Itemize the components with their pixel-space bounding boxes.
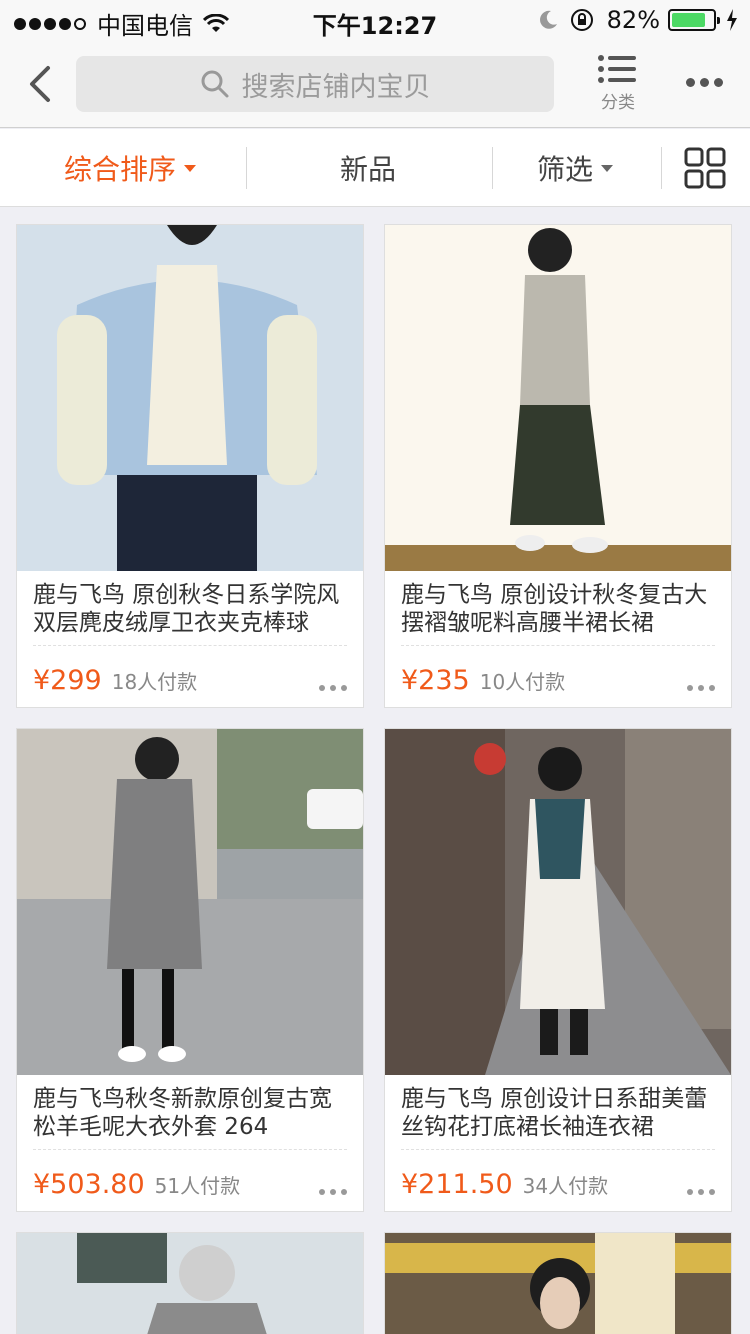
sort-new-label: 新品 [339, 153, 396, 186]
charging-icon [727, 9, 737, 31]
category-button[interactable]: 分类 [590, 54, 646, 113]
product-card[interactable]: 鹿与飞鸟 原创秋冬日系学院风双层麂皮绒厚卫衣夹克棒球 ¥299 18人付款 [16, 224, 364, 708]
sold-count: 51人付款 [154, 1174, 241, 1198]
product-price-row: ¥503.80 51人付款 [33, 1169, 240, 1200]
product-image[interactable] [17, 729, 363, 1075]
divider [661, 147, 662, 189]
sort-comprehensive-label: 综合排序 [63, 153, 176, 186]
product-title: 鹿与飞鸟 原创设计日系甜美蕾丝钩花打底裙长袖连衣裙 [401, 1086, 708, 1140]
caret-down-icon [184, 164, 196, 172]
more-options-icon[interactable] [314, 685, 347, 691]
sold-count: 18人付款 [111, 670, 198, 694]
product-card[interactable] [384, 1232, 732, 1334]
battery-percent: 82% [606, 6, 660, 34]
more-icon[interactable] [686, 78, 728, 87]
category-label: 分类 [601, 93, 635, 113]
product-image[interactable] [385, 1233, 731, 1334]
sold-count: 10人付款 [479, 670, 566, 694]
product-image[interactable] [385, 729, 731, 1075]
back-icon[interactable] [22, 60, 62, 108]
more-options-icon[interactable] [682, 685, 715, 691]
status-bar: 中国电信 下午12:27 82% [0, 0, 750, 40]
caret-down-icon [601, 164, 613, 172]
divider [401, 645, 715, 646]
product-price: ¥299 [33, 665, 102, 696]
product-image[interactable] [17, 1233, 363, 1334]
product-title: 鹿与飞鸟秋冬新款原创复古宽松羊毛呢大衣外套 264 [33, 1086, 332, 1140]
more-options-icon[interactable] [682, 1189, 715, 1195]
divider [33, 645, 347, 646]
product-price-row: ¥211.50 34人付款 [401, 1169, 608, 1200]
product-price-row: ¥299 18人付款 [33, 665, 197, 696]
moon-icon [539, 10, 557, 29]
sort-bar: 综合排序 新品 筛选 [0, 129, 750, 207]
grid-view-icon[interactable] [684, 147, 726, 189]
battery-icon [668, 9, 720, 31]
product-image[interactable] [385, 225, 731, 571]
product-price: ¥211.50 [401, 1169, 513, 1200]
navigation-bar: 搜索店铺内宝贝 分类 [0, 40, 750, 128]
product-card[interactable]: 鹿与飞鸟 原创设计日系甜美蕾丝钩花打底裙长袖连衣裙 ¥211.50 34人付款 [384, 728, 732, 1212]
product-card[interactable]: 鹿与飞鸟秋冬新款原创复古宽松羊毛呢大衣外套 264 ¥503.80 51人付款 [16, 728, 364, 1212]
product-image[interactable] [17, 225, 363, 571]
divider [246, 147, 247, 189]
rotation-lock-icon [570, 9, 593, 31]
product-title: 鹿与飞鸟 原创秋冬日系学院风双层麂皮绒厚卫衣夹克棒球 [33, 582, 340, 636]
divider [492, 147, 493, 189]
search-input[interactable]: 搜索店铺内宝贝 [76, 56, 554, 112]
search-icon [201, 70, 228, 98]
product-price-row: ¥235 10人付款 [401, 665, 565, 696]
sort-new[interactable]: 新品 [260, 129, 476, 207]
product-card[interactable]: 鹿与飞鸟 原创设计秋冬复古大摆褶皱呢料高腰半裙长裙 ¥235 10人付款 [384, 224, 732, 708]
product-title: 鹿与飞鸟 原创设计秋冬复古大摆褶皱呢料高腰半裙长裙 [401, 582, 708, 636]
sort-comprehensive[interactable]: 综合排序 [30, 129, 230, 207]
product-price: ¥235 [401, 665, 470, 696]
divider [401, 1149, 715, 1150]
list-icon [598, 55, 636, 83]
filter-button[interactable]: 筛选 [500, 129, 650, 207]
search-placeholder: 搜索店铺内宝贝 [241, 71, 431, 103]
sold-count: 34人付款 [522, 1174, 609, 1198]
filter-label: 筛选 [536, 153, 593, 186]
product-card[interactable] [16, 1232, 364, 1334]
more-options-icon[interactable] [314, 1189, 347, 1195]
product-price: ¥503.80 [33, 1169, 145, 1200]
divider [33, 1149, 347, 1150]
